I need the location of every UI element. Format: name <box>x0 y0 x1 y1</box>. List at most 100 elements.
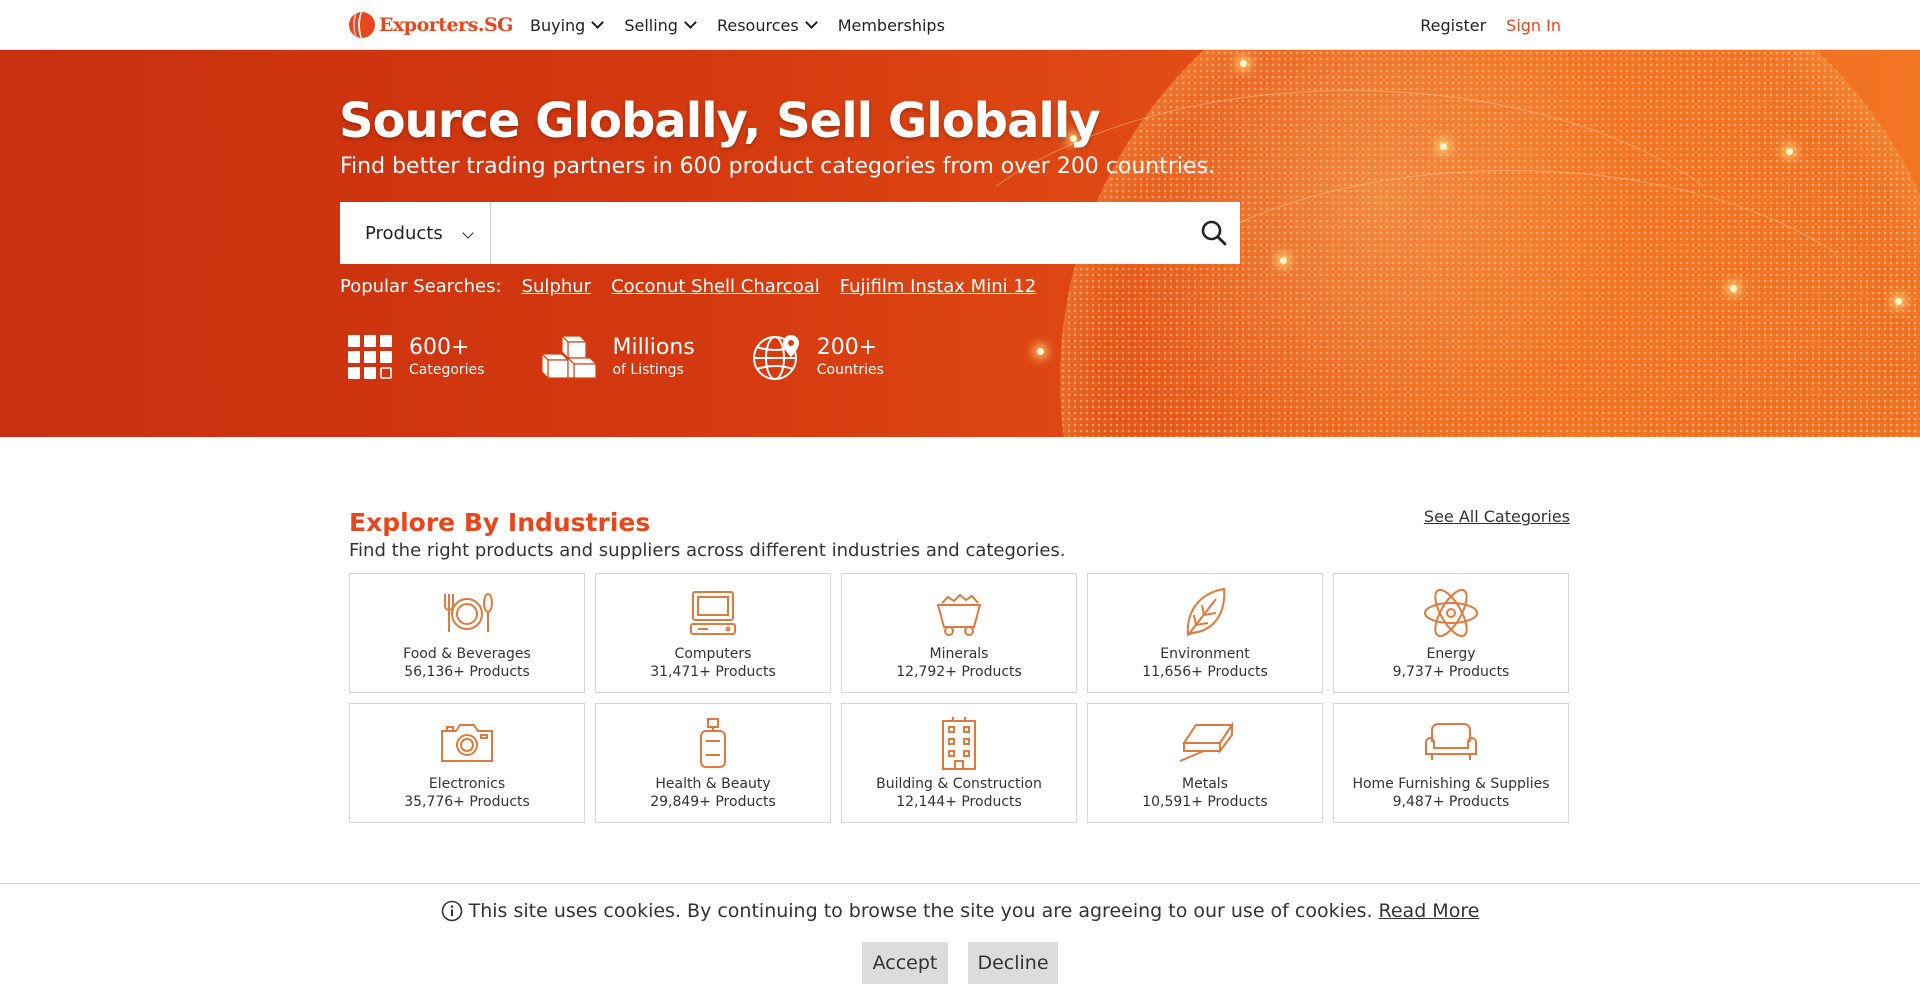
popular-searches-label: Popular Searches: <box>340 276 502 297</box>
industry-card-health-beauty[interactable]: Health & Beauty 29,849+ Products <box>595 703 831 823</box>
light-spark <box>1037 348 1044 355</box>
industry-name: Electronics <box>428 776 506 792</box>
stat-label: Countries <box>816 362 884 378</box>
industry-count: 31,471+ Products <box>650 664 776 680</box>
industry-card-building-construction[interactable]: Building & Construction 12,144+ Products <box>841 703 1077 823</box>
decline-button[interactable]: Decline <box>968 942 1058 984</box>
main-nav: Buying Selling Resources Memberships <box>530 0 967 50</box>
atom-icon <box>1421 585 1481 641</box>
industry-name: Energy <box>1426 646 1476 662</box>
stat-countries: 200+ Countries <box>751 333 884 381</box>
boxes-icon <box>541 334 598 380</box>
industry-name: Building & Construction <box>876 776 1042 792</box>
building-icon <box>929 715 989 771</box>
nav-resources-label: Resources <box>716 15 799 35</box>
auth-links: Register Sign In <box>1420 0 1561 50</box>
search-button[interactable] <box>1188 202 1240 264</box>
industry-card-computers[interactable]: Computers 31,471+ Products <box>595 573 831 693</box>
light-spark <box>1280 257 1287 264</box>
industry-count: 12,792+ Products <box>896 664 1022 680</box>
nav-memberships[interactable]: Memberships <box>838 16 945 35</box>
chevron-down-icon <box>591 16 605 29</box>
stat-value: 200+ <box>816 335 878 360</box>
industry-card-home-furnishing[interactable]: Home Furnishing & Supplies 9,487+ Produc… <box>1333 703 1569 823</box>
logo-globe-icon <box>349 12 375 38</box>
stat-listings: Millions of Listings <box>540 333 695 381</box>
site-header: Exporters.SG Buying Selling Resources Me… <box>0 0 1920 50</box>
stat-text: Millions of Listings <box>612 335 694 379</box>
camera-icon <box>437 715 497 771</box>
signin-link[interactable]: Sign In <box>1506 16 1561 35</box>
see-all-categories-link[interactable]: See All Categories <box>1424 507 1570 526</box>
categories-grid-icon <box>348 335 392 379</box>
light-spark <box>1440 143 1447 150</box>
hero-title: Source Globally, Sell Globally <box>339 93 1101 149</box>
cookie-message: This site uses cookies. By continuing to… <box>0 900 1920 922</box>
industry-count: 29,849+ Products <box>650 794 776 810</box>
industry-card-metals[interactable]: Metals 10,591+ Products <box>1087 703 1323 823</box>
industry-name: Computers <box>674 646 752 662</box>
stat-categories: 600+ Categories <box>347 333 484 381</box>
stat-label: Categories <box>409 362 485 378</box>
industry-name: Metals <box>1182 776 1228 792</box>
metal-ingot-icon <box>1175 715 1235 771</box>
industry-card-energy[interactable]: Energy 9,737+ Products <box>1333 573 1569 693</box>
light-spark <box>1240 60 1247 67</box>
industry-name: Home Furnishing & Supplies <box>1352 776 1550 792</box>
industry-count: 11,656+ Products <box>1142 664 1268 680</box>
site-logo[interactable]: Exporters.SG <box>349 12 513 38</box>
industry-card-minerals[interactable]: Minerals 12,792+ Products <box>841 573 1077 693</box>
industry-card-food-beverages[interactable]: Food & Beverages 56,136+ Products <box>349 573 585 693</box>
hero-banner: Source Globally, Sell Globally Find bett… <box>0 50 1920 437</box>
info-icon <box>441 900 462 922</box>
light-spark <box>1895 298 1902 305</box>
search-input[interactable] <box>491 202 1188 264</box>
stat-value: Millions <box>612 335 695 360</box>
industries-subtitle: Find the right products and suppliers ac… <box>349 540 1066 561</box>
lotion-bottle-icon <box>683 715 743 771</box>
accept-button[interactable]: Accept <box>862 942 948 984</box>
nav-selling[interactable]: Selling <box>624 15 697 35</box>
light-spark <box>1786 148 1793 155</box>
industry-count: 10,591+ Products <box>1142 794 1268 810</box>
industries-grid: Food & Beverages 56,136+ Products Comput… <box>349 573 1571 823</box>
light-spark <box>1730 285 1737 292</box>
nav-memberships-label: Memberships <box>837 15 945 35</box>
cookie-text: This site uses cookies. By continuing to… <box>468 900 1373 922</box>
sofa-icon <box>1421 715 1481 771</box>
stat-value: 600+ <box>409 335 470 360</box>
register-link[interactable]: Register <box>1420 16 1486 35</box>
hero-subtitle: Find better trading partners in 600 prod… <box>340 154 1216 179</box>
popular-searches: Popular Searches: Sulphur Coconut Shell … <box>340 276 1056 297</box>
stat-label: of Listings <box>612 362 684 378</box>
popular-search-link[interactable]: Sulphur <box>522 276 591 297</box>
industry-name: Food & Beverages <box>403 646 531 662</box>
popular-search-link[interactable]: Coconut Shell Charcoal <box>611 276 820 297</box>
globe-pin-icon <box>752 335 799 380</box>
search-icon <box>1201 220 1227 246</box>
read-more-link[interactable]: Read More <box>1379 900 1480 922</box>
popular-search-link[interactable]: Fujifilm Instax Mini 12 <box>840 276 1037 297</box>
chevron-down-icon <box>684 16 697 29</box>
logo-text: Exporters.SG <box>379 14 513 36</box>
industry-card-environment[interactable]: Environment 11,656+ Products <box>1087 573 1323 693</box>
search-type-select[interactable]: Products <box>340 202 491 264</box>
industry-name: Environment <box>1160 646 1250 662</box>
cookie-buttons: Accept Decline <box>0 942 1920 984</box>
stat-text: 600+ Categories <box>409 335 484 379</box>
nav-resources[interactable]: Resources <box>716 15 818 35</box>
nav-selling-label: Selling <box>624 15 678 35</box>
leaf-icon <box>1175 585 1235 641</box>
industry-card-electronics[interactable]: Electronics 35,776+ Products <box>349 703 585 823</box>
computer-icon <box>683 585 743 641</box>
mine-cart-icon <box>929 585 989 641</box>
nav-buying[interactable]: Buying <box>530 15 605 35</box>
industry-count: 35,776+ Products <box>404 794 530 810</box>
stat-text: 200+ Countries <box>817 335 884 379</box>
industry-name: Health & Beauty <box>655 776 771 792</box>
industry-name: Minerals <box>929 646 989 662</box>
plate-utensils-icon <box>437 585 497 641</box>
chevron-down-icon <box>804 16 818 29</box>
nav-buying-label: Buying <box>530 15 586 35</box>
industry-count: 56,136+ Products <box>404 664 530 680</box>
